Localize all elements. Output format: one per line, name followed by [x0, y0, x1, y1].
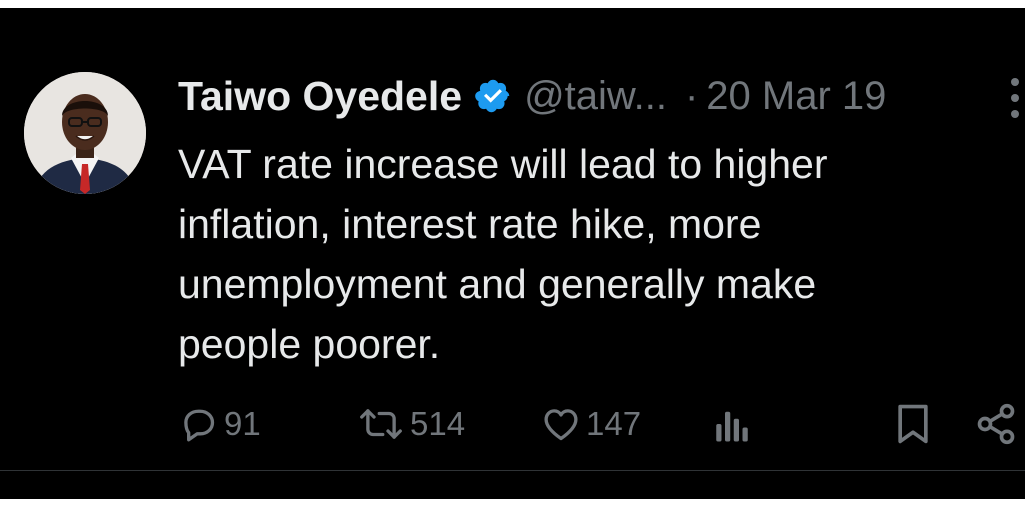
tweet-text: VAT rate increase will lead to higher in…	[178, 134, 978, 374]
tweet-header: Taiwo Oyedele @taiw... · 20 Mar 19	[178, 68, 886, 124]
action-bar: 91 514 147	[0, 394, 1025, 454]
author-handle[interactable]: @taiw...	[524, 74, 667, 119]
share-button[interactable]	[974, 394, 1018, 454]
bottom-border	[0, 499, 1025, 505]
avatar[interactable]	[24, 72, 146, 194]
reply-icon	[178, 403, 220, 445]
tweet-text-line: inflation, interest rate hike, more	[178, 201, 762, 247]
like-count: 147	[586, 405, 642, 442]
top-border	[0, 0, 1025, 8]
tweet-text-line: people poorer.	[178, 321, 441, 367]
repost-icon	[356, 403, 406, 445]
tweet-text-line: unemployment and generally make	[178, 261, 817, 307]
more-options-icon[interactable]	[1008, 78, 1024, 122]
tweet-card[interactable]: Taiwo Oyedele @taiw... · 20 Mar 19 VAT r…	[0, 8, 1025, 470]
tweet-date[interactable]: 20 Mar 19	[706, 74, 886, 119]
author-name[interactable]: Taiwo Oyedele	[178, 73, 462, 120]
reply-button[interactable]: 91	[178, 394, 261, 454]
bookmark-button[interactable]	[894, 394, 932, 454]
bookmark-icon	[894, 402, 932, 446]
tweet-text-line: VAT rate increase will lead to higher	[178, 141, 828, 187]
tweet-divider	[0, 470, 1025, 471]
like-icon	[540, 403, 582, 445]
header-separator: ·	[684, 73, 699, 118]
repost-count: 514	[410, 405, 466, 442]
reply-count: 91	[224, 405, 261, 442]
repost-button[interactable]: 514	[356, 394, 465, 454]
views-button[interactable]	[714, 394, 750, 454]
verified-badge-icon	[474, 77, 512, 115]
views-icon	[714, 403, 750, 445]
like-button[interactable]: 147	[540, 394, 641, 454]
share-icon	[974, 402, 1018, 446]
